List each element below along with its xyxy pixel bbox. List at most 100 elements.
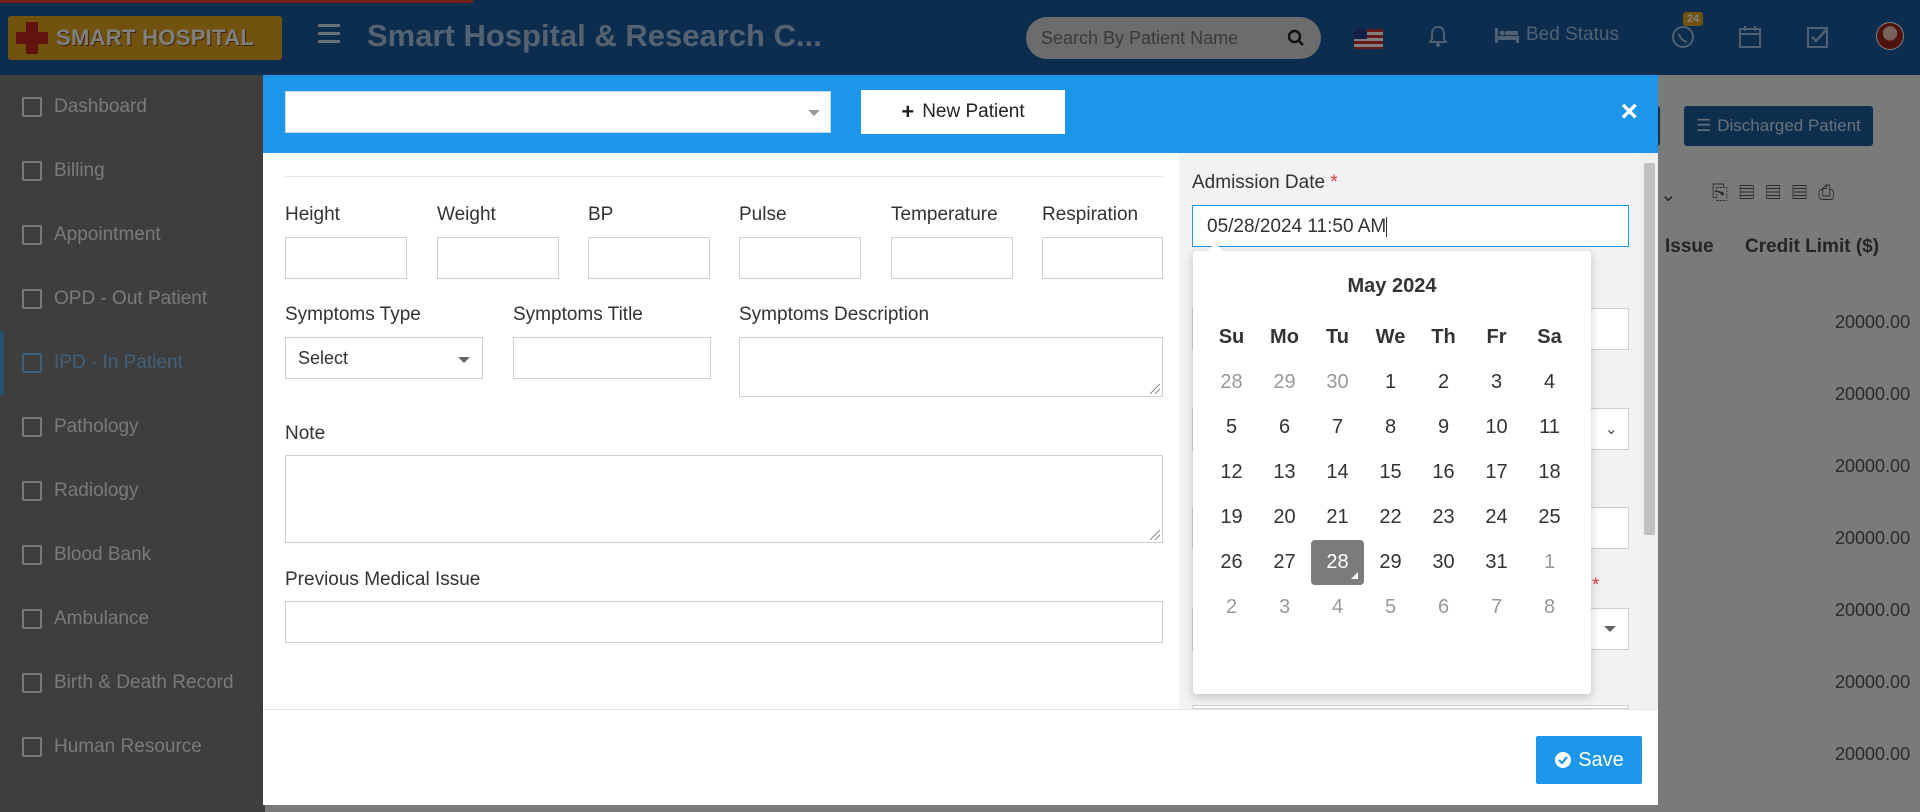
section-divider xyxy=(285,176,1163,177)
symptoms-description-label: Symptoms Description xyxy=(739,304,930,325)
calendar-day[interactable]: 1 xyxy=(1523,540,1576,585)
patient-select-dropdown[interactable] xyxy=(285,91,831,133)
height-label: Height xyxy=(285,204,340,225)
symptoms-title-label: Symptoms Title xyxy=(513,304,643,325)
calendar-day[interactable]: 11 xyxy=(1523,405,1576,450)
calendar-day[interactable]: 1 xyxy=(1364,360,1417,405)
calendar-day[interactable]: 8 xyxy=(1364,405,1417,450)
save-button[interactable]: Save xyxy=(1536,736,1642,784)
calendar-day[interactable]: 19 xyxy=(1205,495,1258,540)
calendar-day[interactable]: 26 xyxy=(1205,540,1258,585)
chevron-down-icon xyxy=(458,357,470,363)
calendar-day[interactable]: 20 xyxy=(1258,495,1311,540)
calendar-day[interactable]: 13 xyxy=(1258,450,1311,495)
bp-label: BP xyxy=(588,204,614,225)
calendar-day[interactable]: 16 xyxy=(1417,450,1470,495)
calendar-day[interactable]: 2 xyxy=(1417,360,1470,405)
symptoms-title-input[interactable] xyxy=(513,337,711,379)
weekday-header: Th xyxy=(1431,326,1456,348)
calendar-day[interactable]: 6 xyxy=(1417,585,1470,630)
calendar-day[interactable]: 31 xyxy=(1470,540,1523,585)
weekday-header: Tu xyxy=(1326,326,1349,348)
new-patient-label: New Patient xyxy=(922,101,1025,122)
modal-footer xyxy=(263,709,1658,805)
calendar-day[interactable]: 9 xyxy=(1417,405,1470,450)
temperature-label: Temperature xyxy=(891,204,998,225)
height-input[interactable] xyxy=(285,237,407,279)
calendar-day[interactable]: 25 xyxy=(1523,495,1576,540)
calendar-month-title[interactable]: May 2024 xyxy=(1193,275,1591,298)
calendar-day[interactable]: 4 xyxy=(1311,585,1364,630)
pulse-input[interactable] xyxy=(739,237,861,279)
weekday-header: Fr xyxy=(1486,326,1507,348)
plus-icon: + xyxy=(901,99,915,124)
chevron-down-icon: ⌄ xyxy=(1604,421,1618,438)
required-marker: * xyxy=(1592,575,1600,596)
calendar-day[interactable]: 21 xyxy=(1311,495,1364,540)
previous-medical-issue-label: Previous Medical Issue xyxy=(285,569,481,590)
symptoms-type-label: Symptoms Type xyxy=(285,304,421,325)
add-ipd-patient-modal: + New Patient × Height Weight BP Pulse T… xyxy=(263,75,1658,805)
calendar-day[interactable]: 4 xyxy=(1523,360,1576,405)
calendar-day[interactable]: 3 xyxy=(1258,585,1311,630)
chevron-down-icon xyxy=(808,110,820,116)
modal-scrollbar[interactable] xyxy=(1641,153,1658,709)
calendar-day[interactable]: 30 xyxy=(1311,360,1364,405)
calendar-day[interactable]: 29 xyxy=(1258,360,1311,405)
previous-medical-issue-input[interactable] xyxy=(285,601,1163,643)
calendar-day[interactable]: 15 xyxy=(1364,450,1417,495)
save-label: Save xyxy=(1578,748,1624,771)
calendar-day-selected[interactable]: 28 xyxy=(1311,540,1364,585)
calendar-day[interactable]: 7 xyxy=(1470,585,1523,630)
note-label: Note xyxy=(285,423,326,444)
calendar-day[interactable]: 17 xyxy=(1470,450,1523,495)
calendar-day[interactable]: 5 xyxy=(1205,405,1258,450)
weekday-header: We xyxy=(1375,326,1406,348)
calendar-day[interactable]: 6 xyxy=(1258,405,1311,450)
calendar-day[interactable]: 18 xyxy=(1523,450,1576,495)
calendar-day[interactable]: 5 xyxy=(1364,585,1417,630)
weight-input[interactable] xyxy=(437,237,559,279)
admission-date-value: 05/28/2024 11:50 AM xyxy=(1207,216,1387,237)
symptoms-description-textarea[interactable] xyxy=(739,337,1163,397)
date-picker-popup: May 2024 Su Mo Tu We Th Fr Sa 28 29 30 1 2 3 4 5 6 7 8 9 10… xyxy=(1193,243,1591,694)
calendar-day[interactable]: 12 xyxy=(1205,450,1258,495)
admission-date-label: Admission Date * xyxy=(1192,172,1338,194)
chevron-down-icon xyxy=(1604,626,1616,632)
calendar-day[interactable]: 10 xyxy=(1470,405,1523,450)
calendar-day[interactable]: 24 xyxy=(1470,495,1523,540)
calendar-day[interactable]: 8 xyxy=(1523,585,1576,630)
calendar-day[interactable]: 30 xyxy=(1417,540,1470,585)
new-patient-button[interactable]: + New Patient xyxy=(861,90,1065,134)
symptoms-type-select[interactable]: Select xyxy=(285,337,483,379)
calendar-day[interactable]: 3 xyxy=(1470,360,1523,405)
check-circle-icon xyxy=(1555,752,1572,768)
symptoms-type-value: Select xyxy=(298,348,349,368)
calendar-day[interactable]: 29 xyxy=(1364,540,1417,585)
calendar-day[interactable]: 7 xyxy=(1311,405,1364,450)
scrollbar-thumb[interactable] xyxy=(1644,163,1655,535)
calendar-day[interactable]: 27 xyxy=(1258,540,1311,585)
note-textarea[interactable] xyxy=(285,455,1163,543)
calendar-day[interactable]: 22 xyxy=(1364,495,1417,540)
modal-header: + New Patient × xyxy=(263,75,1658,153)
calendar-day[interactable]: 23 xyxy=(1417,495,1470,540)
calendar-day[interactable]: 2 xyxy=(1205,585,1258,630)
respiration-label: Respiration xyxy=(1042,204,1139,225)
respiration-input[interactable] xyxy=(1042,237,1163,279)
calendar-day[interactable]: 14 xyxy=(1311,450,1364,495)
admission-date-label-text: Admission Date xyxy=(1192,172,1326,193)
admission-date-input[interactable]: 05/28/2024 11:50 AM xyxy=(1192,205,1629,247)
calendar-day[interactable]: 28 xyxy=(1205,360,1258,405)
required-marker: * xyxy=(1330,172,1338,193)
weekday-header: Su xyxy=(1218,326,1245,348)
bp-input[interactable] xyxy=(588,237,710,279)
resize-handle-icon[interactable] xyxy=(1150,530,1160,540)
temperature-input[interactable] xyxy=(891,237,1013,279)
weekday-header: Mo xyxy=(1270,326,1299,348)
weight-label: Weight xyxy=(437,204,496,225)
close-icon[interactable]: × xyxy=(1620,97,1638,127)
weekday-header: Sa xyxy=(1537,326,1562,348)
pulse-label: Pulse xyxy=(739,204,787,225)
resize-handle-icon[interactable] xyxy=(1150,384,1160,394)
